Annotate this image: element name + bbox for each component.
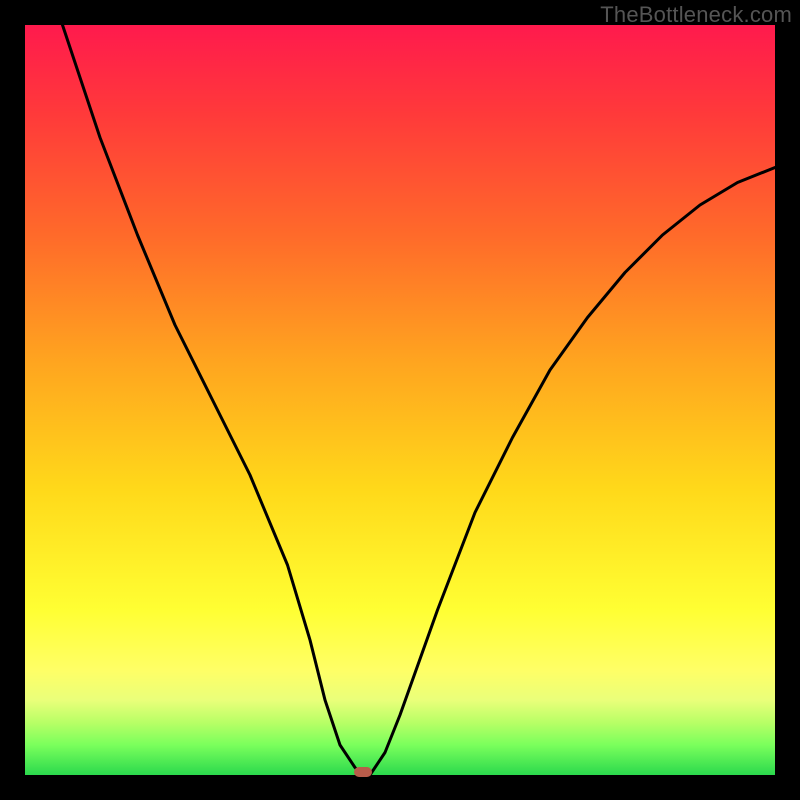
minimum-marker xyxy=(354,767,372,777)
bottleneck-curve xyxy=(25,25,775,775)
chart-frame: TheBottleneck.com xyxy=(0,0,800,800)
plot-area xyxy=(25,25,775,775)
